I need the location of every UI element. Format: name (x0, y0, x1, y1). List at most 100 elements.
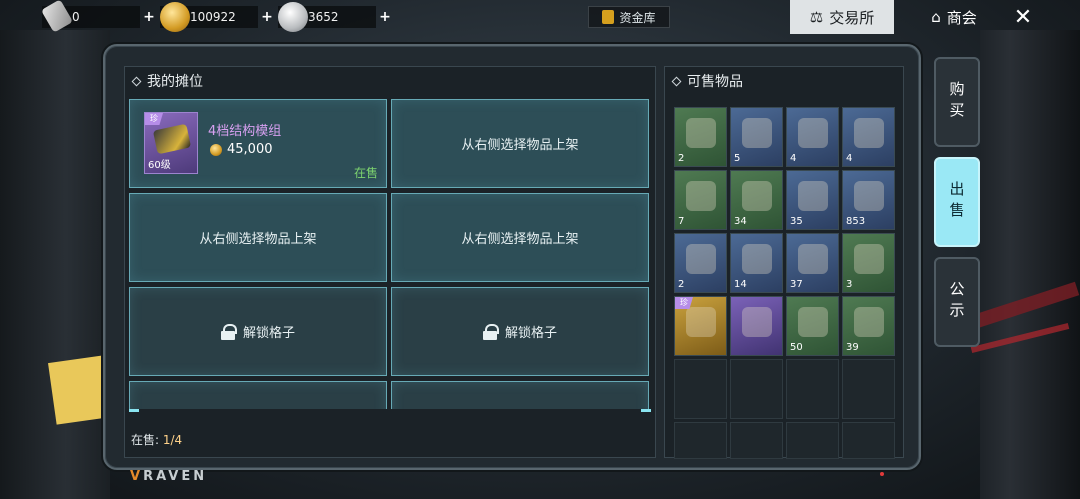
stall-slot-empty[interactable]: 从右侧选择物品上架 (391, 193, 649, 282)
item-quantity: 34 (734, 216, 747, 227)
item-cell-cotton[interactable]: 35 (786, 170, 839, 230)
stall-slot-listed[interactable]: 珍 60级 4档结构模组 45,000 在售 (129, 99, 387, 188)
ore-icon (854, 307, 884, 337)
item-cell-wood-plank[interactable]: 4 (786, 107, 839, 167)
item-price-value: 45,000 (227, 142, 273, 157)
empty-item-cell (730, 422, 783, 459)
diamond-icon (671, 76, 682, 86)
sellable-items-panel: 可售物品 2 5 4 4 7 34 35 853 2 14 37 3 珍 50 39 (664, 66, 904, 459)
empty-slot-label: 从右侧选择物品上架 (199, 232, 317, 247)
diamond-icon (131, 76, 142, 86)
item-quantity: 4 (790, 153, 797, 164)
stall-slot-locked[interactable]: 解锁格子 (129, 287, 387, 376)
item-cell-battery-box[interactable]: 853 (842, 170, 895, 230)
item-quantity: 5 (734, 153, 741, 164)
tab-buy-label: 购买 (947, 81, 966, 123)
item-cell-purple-blueprint[interactable] (730, 296, 783, 356)
item-cell-medkit[interactable]: 3 (842, 233, 895, 293)
item-quantity: 2 (678, 279, 685, 290)
salt-icon (686, 181, 716, 211)
my-stall-panel: 我的摊位 珍 60级 4档结构模组 45,000 在售 从右侧选择物品上架 从右… (124, 66, 656, 458)
item-cell-cotton[interactable]: 37 (786, 233, 839, 293)
on-sale-label: 在售: (131, 433, 160, 447)
status-light (880, 472, 884, 476)
empty-item-cell (786, 422, 839, 459)
empty-item-cell (674, 359, 727, 419)
item-quantity: 50 (790, 342, 803, 353)
scrollbar-left-cap (129, 409, 139, 412)
item-cell-salt[interactable]: 7 (674, 170, 727, 230)
silver-coin-icon (278, 2, 308, 32)
top-bar: 0 + 100922 + 3652 + 资金库 ⚖ 交易所 ⌂ 商会 ✕ (0, 0, 1080, 34)
on-sale-count: 在售: 1/4 (131, 431, 182, 448)
item-quantity: 2 (678, 153, 685, 164)
item-cell-tusk[interactable]: 2 (674, 233, 727, 293)
tab-exchange[interactable]: ⚖ 交易所 (790, 0, 894, 34)
close-button[interactable]: ✕ (1004, 0, 1042, 34)
item-cell-gold-blueprint[interactable]: 珍 (674, 296, 727, 356)
item-quantity: 4 (846, 153, 853, 164)
empty-item-cell (842, 422, 895, 459)
currency-silver: 3652 + (278, 2, 394, 32)
item-quantity: 3 (846, 279, 853, 290)
rare-badge: 珍 (145, 113, 163, 125)
raven-logo: VRAVEN (130, 469, 208, 484)
unlock-slot-label: 解锁格子 (504, 326, 557, 341)
my-stall-title: 我的摊位 (147, 74, 203, 90)
currency-gold: 100922 + (160, 2, 276, 32)
item-cell-golden-log[interactable]: 34 (730, 170, 783, 230)
raven-logo-text: RAVEN (143, 469, 208, 484)
add-certificate-button[interactable]: + (140, 9, 158, 25)
exchange-icon: ⚖ (809, 8, 824, 26)
empty-item-cell (730, 359, 783, 419)
status-badge: 在售 (353, 166, 378, 180)
empty-item-cell (674, 422, 727, 459)
item-cell-ore[interactable]: 39 (842, 296, 895, 356)
stall-slots: 珍 60级 4档结构模组 45,000 在售 从右侧选择物品上架 从右侧选择物品… (129, 99, 651, 409)
tab-sell[interactable]: 出售 (934, 157, 980, 247)
tusk-icon (686, 244, 716, 274)
scrollbar-right-cap (641, 409, 651, 412)
tab-buy[interactable]: 购买 (934, 57, 980, 147)
item-cell-rolled-leather[interactable]: 5 (730, 107, 783, 167)
salt-icon (798, 307, 828, 337)
item-quantity: 7 (678, 216, 685, 227)
leather-hide-icon (686, 118, 716, 148)
tab-notice[interactable]: 公示 (934, 257, 980, 347)
lock-icon (220, 323, 237, 340)
golden-log-icon (742, 181, 772, 211)
tab-guild-label: 商会 (946, 8, 977, 27)
wood-log-icon (742, 244, 772, 274)
item-quantity: 39 (846, 342, 859, 353)
close-icon: ✕ (1013, 4, 1033, 30)
item-quantity: 37 (790, 279, 803, 290)
cotton-icon (798, 181, 828, 211)
tab-exchange-label: 交易所 (829, 8, 875, 27)
background-left (0, 30, 110, 499)
ledger-icon (602, 10, 615, 24)
scrollbar[interactable] (129, 409, 651, 413)
item-price: 45,000 (210, 142, 273, 157)
cotton-icon (798, 244, 828, 274)
stall-slot-locked[interactable] (391, 381, 649, 409)
background-right (980, 30, 1080, 499)
item-thumbnail: 珍 60级 (144, 112, 198, 174)
stall-slot-empty[interactable]: 从右侧选择物品上架 (391, 99, 649, 188)
add-silver-button[interactable]: + (376, 9, 394, 25)
fund-vault-button[interactable]: 资金库 (588, 6, 670, 28)
item-cell-horn[interactable]: 4 (842, 107, 895, 167)
item-cell-wood-log[interactable]: 14 (730, 233, 783, 293)
rolled-leather-icon (742, 118, 772, 148)
stall-slot-locked[interactable] (129, 381, 387, 409)
stall-slot-locked[interactable]: 解锁格子 (391, 287, 649, 376)
item-name: 4档结构模组 (208, 124, 282, 139)
item-quantity: 35 (790, 216, 803, 227)
tab-sell-label: 出售 (947, 181, 966, 223)
tab-guild[interactable]: ⌂ 商会 (904, 0, 1004, 34)
item-cell-leather-hide[interactable]: 2 (674, 107, 727, 167)
add-gold-button[interactable]: + (258, 9, 276, 25)
gold-coin-icon (160, 2, 190, 32)
item-quantity: 14 (734, 279, 747, 290)
stall-slot-empty[interactable]: 从右侧选择物品上架 (129, 193, 387, 282)
item-cell-salt[interactable]: 50 (786, 296, 839, 356)
